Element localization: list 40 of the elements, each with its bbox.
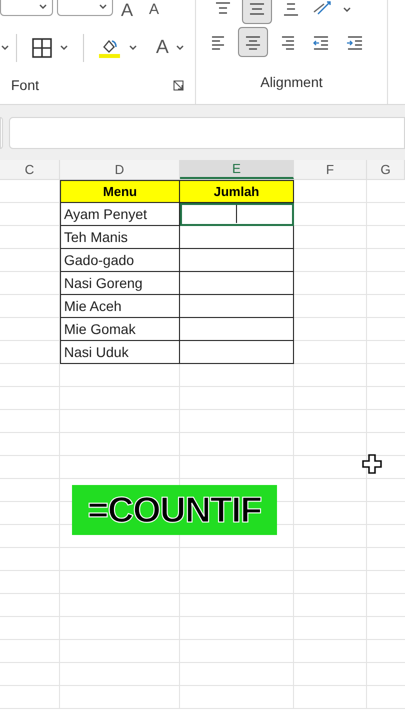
- table-cell: Nasi Uduk: [60, 341, 180, 364]
- table-cell: Ayam Penyet: [60, 203, 180, 226]
- active-cell[interactable]: [180, 203, 294, 226]
- caret-icon: [128, 44, 138, 52]
- group-label: Alignment: [260, 72, 323, 92]
- table-cell: Gado-gado: [60, 249, 180, 272]
- table-cell[interactable]: [180, 318, 294, 341]
- align-button[interactable]: [238, 27, 268, 57]
- column-header[interactable]: G: [367, 160, 405, 179]
- caret-icon: [98, 3, 108, 11]
- font-color-button[interactable]: A: [156, 34, 169, 62]
- align-button[interactable]: [242, 0, 272, 24]
- dialog-launcher-icon[interactable]: [173, 80, 184, 90]
- column-header[interactable]: E: [180, 160, 294, 179]
- cursor-cross-icon: [362, 454, 382, 474]
- grow-font-button[interactable]: A: [117, 0, 138, 20]
- table-cell[interactable]: [180, 249, 294, 272]
- group-label: Font: [11, 76, 40, 94]
- table-cell: Teh Manis: [60, 226, 180, 249]
- shrink-font-button[interactable]: A: [141, 0, 168, 20]
- font-size-dropdown[interactable]: [57, 0, 113, 16]
- table-header: Jumlah: [180, 180, 294, 203]
- table-cell: Nasi Goreng: [60, 272, 180, 295]
- caret-icon: [0, 44, 10, 52]
- table-cell[interactable]: [180, 341, 294, 364]
- caret-icon: [342, 6, 352, 14]
- column-header[interactable]: C: [0, 160, 60, 179]
- table-cell[interactable]: [180, 226, 294, 249]
- font-name-dropdown[interactable]: [0, 0, 53, 16]
- table-cell[interactable]: [180, 272, 294, 295]
- column-header[interactable]: F: [294, 160, 367, 179]
- table-cell[interactable]: [180, 295, 294, 318]
- caret-icon: [174, 44, 185, 52]
- borders-icon[interactable]: [31, 37, 53, 59]
- table-cell: Mie Aceh: [60, 295, 180, 318]
- caret-icon: [38, 3, 48, 11]
- table-cell: Mie Gomak: [60, 318, 180, 341]
- table-header: Menu: [60, 180, 180, 203]
- caption: =COUNTIF: [72, 485, 277, 535]
- caret-icon: [59, 44, 69, 52]
